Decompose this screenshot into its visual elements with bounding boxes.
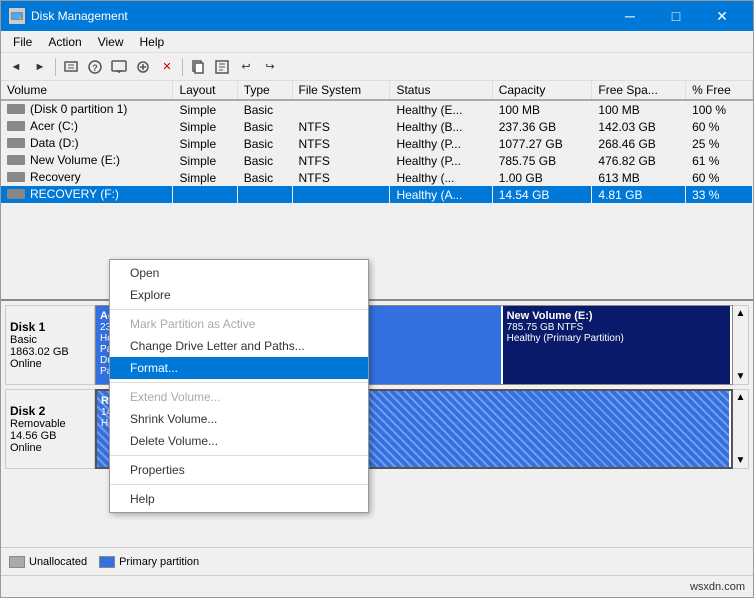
col-volume[interactable]: Volume bbox=[1, 81, 173, 100]
close-button[interactable]: ✕ bbox=[699, 1, 745, 31]
col-pctfree[interactable]: % Free bbox=[686, 81, 753, 100]
col-status[interactable]: Status bbox=[390, 81, 492, 100]
disk-2-name: Disk 2 bbox=[10, 404, 90, 418]
delete-button[interactable]: ✕ bbox=[156, 56, 178, 78]
separator-2 bbox=[182, 58, 183, 76]
context-menu-item[interactable]: Shrink Volume... bbox=[110, 408, 368, 430]
disk-2-label: Disk 2 Removable 14.56 GB Online bbox=[5, 389, 95, 469]
toolbar-btn-5[interactable] bbox=[108, 56, 130, 78]
title-bar-left: Disk Management bbox=[9, 8, 128, 24]
toolbar-btn-11[interactable]: ↪ bbox=[259, 56, 281, 78]
app-icon bbox=[9, 8, 25, 24]
context-menu-item[interactable]: Properties bbox=[110, 459, 368, 481]
menu-file[interactable]: File bbox=[5, 33, 40, 50]
table-row[interactable]: Acer (C:)SimpleBasicNTFSHealthy (B...237… bbox=[1, 118, 753, 135]
svg-text:?: ? bbox=[92, 63, 98, 73]
legend-unallocated: Unallocated bbox=[9, 556, 87, 568]
disk-management-window: Disk Management ─ □ ✕ File Action View H… bbox=[0, 0, 754, 598]
forward-button[interactable]: ► bbox=[29, 56, 51, 78]
context-menu-item[interactable]: Open bbox=[110, 262, 368, 284]
col-freespace[interactable]: Free Spa... bbox=[592, 81, 686, 100]
legend-primary: Primary partition bbox=[99, 556, 199, 568]
context-menu-item[interactable]: Explore bbox=[110, 284, 368, 306]
menu-separator bbox=[110, 309, 368, 310]
title-bar: Disk Management ─ □ ✕ bbox=[1, 1, 753, 31]
window-title: Disk Management bbox=[31, 9, 128, 23]
toolbar-btn-9[interactable] bbox=[211, 56, 233, 78]
context-menu-item: Mark Partition as Active bbox=[110, 313, 368, 335]
menu-bar: File Action View Help bbox=[1, 31, 753, 53]
vol-icon: (Disk 0 partition 1) bbox=[7, 102, 127, 116]
separator-1 bbox=[55, 58, 56, 76]
table-row[interactable]: New Volume (E:)SimpleBasicNTFSHealthy (P… bbox=[1, 152, 753, 169]
toolbar-btn-6[interactable] bbox=[132, 56, 154, 78]
legend-primary-box bbox=[99, 556, 115, 568]
toolbar-btn-3[interactable] bbox=[60, 56, 82, 78]
disk2-scroll-down[interactable]: ▼ bbox=[736, 455, 746, 466]
menu-separator bbox=[110, 484, 368, 485]
partition-e-name: New Volume (E:) bbox=[507, 310, 726, 322]
disk-2-type: Removable bbox=[10, 418, 90, 430]
context-menu-item: Extend Volume... bbox=[110, 386, 368, 408]
toolbar: ◄ ► ? ✕ ↩ ↪ bbox=[1, 53, 753, 81]
disk-2-status: Online bbox=[10, 442, 90, 454]
back-button[interactable]: ◄ bbox=[5, 56, 27, 78]
disk-table: Volume Layout Type File System Status Ca… bbox=[1, 81, 753, 203]
context-menu-item[interactable]: Change Drive Letter and Paths... bbox=[110, 335, 368, 357]
legend-unalloc-label: Unallocated bbox=[29, 556, 87, 568]
disk1-scroll-down[interactable]: ▼ bbox=[736, 371, 746, 382]
menu-separator bbox=[110, 382, 368, 383]
context-menu-item[interactable]: Help bbox=[110, 488, 368, 510]
legend-primary-label: Primary partition bbox=[119, 556, 199, 568]
partition-e-size: 785.75 GB NTFS bbox=[507, 322, 726, 333]
disk1-scroll-up[interactable]: ▲ bbox=[736, 308, 746, 319]
table-row[interactable]: RecoverySimpleBasicNTFSHealthy (...1.00 … bbox=[1, 169, 753, 186]
toolbar-btn-8[interactable] bbox=[187, 56, 209, 78]
context-menu-item[interactable]: Format... bbox=[110, 357, 368, 379]
table-row[interactable]: Data (D:)SimpleBasicNTFSHealthy (P...107… bbox=[1, 135, 753, 152]
col-type[interactable]: Type bbox=[237, 81, 292, 100]
table-row[interactable]: (Disk 0 partition 1)SimpleBasicHealthy (… bbox=[1, 100, 753, 118]
vol-icon: RECOVERY (F:) bbox=[7, 187, 119, 201]
context-menu-item[interactable]: Delete Volume... bbox=[110, 430, 368, 452]
disk-1-label: Disk 1 Basic 1863.02 GB Online bbox=[5, 305, 95, 385]
status-bar: wsxdn.com bbox=[1, 575, 753, 597]
legend-unalloc-box bbox=[9, 556, 25, 568]
vol-icon: Acer (C:) bbox=[7, 119, 78, 133]
status-text: wsxdn.com bbox=[690, 581, 745, 593]
menu-action[interactable]: Action bbox=[40, 33, 89, 50]
partition-e[interactable]: New Volume (E:) 785.75 GB NTFS Healthy (… bbox=[503, 306, 732, 384]
disk-1-size: 1863.02 GB bbox=[10, 346, 90, 358]
vol-icon: Data (D:) bbox=[7, 136, 79, 150]
context-menu: OpenExplore Mark Partition as ActiveChang… bbox=[109, 259, 369, 513]
minimize-button[interactable]: ─ bbox=[607, 1, 653, 31]
main-content: Volume Layout Type File System Status Ca… bbox=[1, 81, 753, 575]
legend: Unallocated Primary partition bbox=[1, 547, 753, 575]
vol-icon: New Volume (E:) bbox=[7, 153, 120, 167]
toolbar-btn-4[interactable]: ? bbox=[84, 56, 106, 78]
vol-icon: Recovery bbox=[7, 170, 81, 184]
disk-2-size: 14.56 GB bbox=[10, 430, 90, 442]
partition-e-status: Healthy (Primary Partition) bbox=[507, 333, 726, 344]
menu-help[interactable]: Help bbox=[132, 33, 173, 50]
disk-1-name: Disk 1 bbox=[10, 320, 90, 334]
disk-1-status: Online bbox=[10, 358, 90, 370]
toolbar-btn-10[interactable]: ↩ bbox=[235, 56, 257, 78]
disk2-scroll-up[interactable]: ▲ bbox=[736, 392, 746, 403]
col-filesystem[interactable]: File System bbox=[292, 81, 390, 100]
col-capacity[interactable]: Capacity bbox=[492, 81, 592, 100]
maximize-button[interactable]: □ bbox=[653, 1, 699, 31]
menu-separator bbox=[110, 455, 368, 456]
disk-1-type: Basic bbox=[10, 334, 90, 346]
menu-view[interactable]: View bbox=[90, 33, 132, 50]
col-layout[interactable]: Layout bbox=[173, 81, 237, 100]
table-row[interactable]: RECOVERY (F:)Healthy (A...14.54 GB4.81 G… bbox=[1, 186, 753, 203]
title-controls: ─ □ ✕ bbox=[607, 1, 745, 31]
